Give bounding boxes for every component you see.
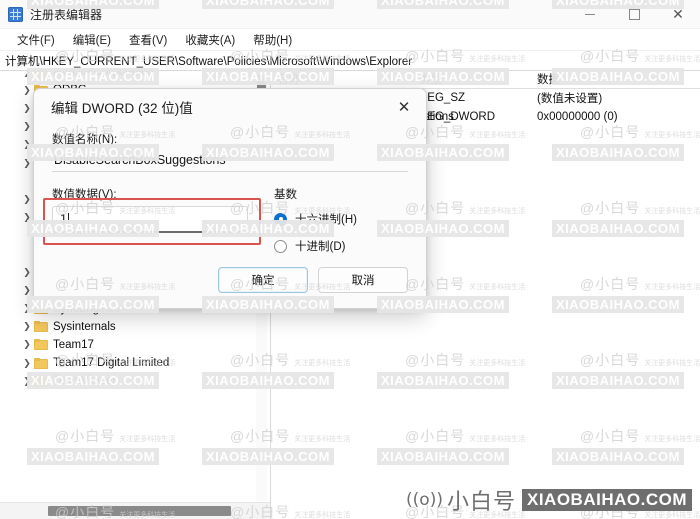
chevron-right-icon[interactable]: ❯: [20, 194, 34, 205]
dialog-data-row: 数值数据(V): 1 基数 十六进制(H) 十进制(D): [43, 186, 408, 265]
chevron-right-icon[interactable]: ❯: [20, 358, 34, 369]
tree-item-label: Sysinternals: [53, 320, 116, 333]
chevron-right-icon[interactable]: ❯: [20, 339, 34, 350]
tree-item[interactable]: ❯ TeamViewer: [0, 372, 270, 390]
tree-item[interactable]: ❯ Sysinternals: [0, 318, 270, 336]
tree-horizontal-scrollbar[interactable]: [0, 502, 270, 519]
menubar: 文件(F) 编辑(E) 查看(V) 收藏夹(A) 帮助(H): [0, 29, 700, 50]
chevron-right-icon[interactable]: ❯: [20, 267, 34, 278]
dialog-buttons: 确定 取消: [218, 267, 408, 293]
close-icon: ✕: [672, 6, 684, 22]
ok-button[interactable]: 确定: [218, 267, 308, 293]
tree-item[interactable]: ❯ Team17: [0, 336, 270, 354]
radio-decimal-indicator: [274, 239, 287, 253]
column-header-name[interactable]: 名称: [271, 71, 419, 87]
tree-horizontal-scroll-thumb[interactable]: [48, 506, 231, 516]
maximize-button[interactable]: [612, 0, 656, 28]
radio-decimal[interactable]: 十进制(D): [274, 238, 408, 254]
chevron-right-icon[interactable]: ❯: [20, 158, 34, 169]
minimize-button[interactable]: [568, 0, 612, 28]
chevron-right-icon[interactable]: ❯: [20, 285, 34, 296]
folder-icon: [34, 375, 48, 387]
tree-item-label: Team17 Digital Limited: [53, 357, 170, 370]
values-header-row: 名称 类型 数据: [271, 69, 700, 89]
cancel-button[interactable]: 取消: [318, 267, 408, 293]
radio-hexadecimal-indicator: [274, 212, 287, 226]
menu-help[interactable]: 帮助(H): [244, 30, 301, 50]
value-name-input[interactable]: DisableSearchBoxSuggestions: [52, 151, 408, 172]
address-bar[interactable]: 计算机\HKEY_CURRENT_USER\Software\Policies\…: [0, 50, 700, 71]
chevron-right-icon[interactable]: ❯: [20, 212, 34, 223]
menu-view[interactable]: 查看(V): [120, 30, 176, 50]
brand-logo: ((o)) 小白号 XIAOBAIHAO.COM: [406, 484, 692, 516]
dialog-body: 数值名称(N): DisableSearchBoxSuggestions 数值数…: [34, 125, 426, 265]
value-data-text: 1: [60, 212, 67, 226]
cell-data: 0x00000000 (0): [537, 110, 618, 123]
folder-icon: [34, 357, 48, 369]
minimize-icon: [585, 13, 595, 15]
cell-data: (数值未设置): [537, 93, 603, 106]
chevron-right-icon[interactable]: ❯: [20, 321, 34, 332]
close-button[interactable]: ✕: [656, 0, 700, 28]
window-controls: ✕: [568, 0, 700, 28]
menu-file[interactable]: 文件(F): [8, 30, 64, 50]
text-caret: [67, 212, 69, 226]
window-title: 注册表编辑器: [30, 7, 103, 22]
folder-icon: [34, 321, 48, 333]
chevron-right-icon[interactable]: ❯: [20, 376, 34, 387]
broadcast-icon: ((o)): [406, 490, 443, 510]
value-data-input[interactable]: 1: [52, 206, 248, 233]
dialog-close-button[interactable]: ✕: [382, 90, 426, 124]
folder-icon: [34, 339, 48, 351]
registry-editor-window: 注册表编辑器 ✕ 文件(F) 编辑(E) 查看(V) 收藏夹(A) 帮助(H) …: [0, 0, 700, 519]
radio-hexadecimal[interactable]: 十六进制(H): [274, 211, 408, 227]
chevron-right-icon[interactable]: ❯: [20, 103, 34, 114]
tree-item-label: Team17: [53, 338, 94, 351]
value-data-section: 数值数据(V): 1: [43, 186, 261, 265]
chevron-right-icon[interactable]: ❯: [20, 121, 34, 132]
chevron-right-icon[interactable]: ❯: [20, 303, 34, 314]
base-section: 基数 十六进制(H) 十进制(D): [257, 186, 408, 265]
value-data-field-wrap: 1: [43, 198, 261, 245]
base-legend: 基数: [274, 189, 297, 201]
chevron-right-icon[interactable]: ❯: [20, 85, 34, 96]
chevron-right-icon[interactable]: ❯: [20, 139, 34, 150]
cell-type: REG_SZ: [419, 92, 466, 105]
brand-name-cn: 小白号: [446, 489, 516, 514]
column-header-type[interactable]: 类型: [419, 71, 537, 87]
menu-edit[interactable]: 编辑(E): [64, 30, 120, 50]
radio-decimal-label: 十进制(D): [295, 241, 346, 253]
edit-dword-dialog: 编辑 DWORD (32 位)值 ✕ 数值名称(N): DisableSearc…: [33, 88, 427, 309]
tree-item[interactable]: ❯ Team17 Digital Limited: [0, 354, 270, 372]
value-data-label: 数值数据(V):: [52, 189, 117, 201]
menu-favorites[interactable]: 收藏夹(A): [176, 30, 244, 50]
column-header-data[interactable]: 数据: [537, 71, 700, 87]
tree-item-label: TeamViewer: [53, 375, 117, 388]
brand-name-en: XIAOBAIHAO.COM: [522, 489, 692, 511]
radio-hexadecimal-label: 十六进制(H): [295, 214, 357, 226]
value-name-label: 数值名称(N):: [52, 134, 118, 146]
registry-editor-icon: [8, 6, 23, 22]
maximize-icon: [628, 8, 640, 20]
address-path: 计算机\HKEY_CURRENT_USER\Software\Policies\…: [5, 55, 413, 68]
window-titlebar: 注册表编辑器 ✕: [0, 0, 700, 29]
dialog-title: 编辑 DWORD (32 位)值: [51, 101, 193, 116]
cell-type: REG_DWORD: [419, 110, 496, 123]
dialog-titlebar: 编辑 DWORD (32 位)值 ✕: [34, 89, 426, 125]
